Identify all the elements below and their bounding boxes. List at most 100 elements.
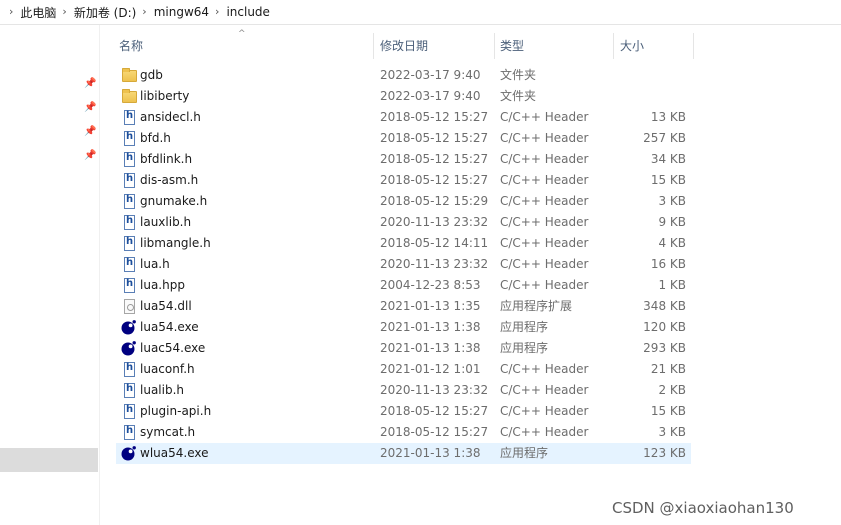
file-name: lua.hpp (140, 278, 185, 292)
file-modified-date: 2021-01-13 1:38 (380, 320, 481, 334)
navigation-pane[interactable]: 📌 📌 📌 📌 (0, 25, 100, 525)
file-size: 4 KB (658, 236, 686, 250)
file-type: C/C++ Header (500, 362, 589, 376)
file-name: lua54.dll (140, 299, 192, 313)
file-size: 34 KB (650, 152, 686, 166)
file-type: C/C++ Header (500, 215, 589, 229)
header-file-icon (124, 194, 135, 209)
file-row[interactable]: libmangle.h 2018-05-12 14:11 C/C++ Header 4… (116, 233, 691, 254)
file-row[interactable]: wlua54.exe 2021-01-13 1:38 应用程序 123 KB (116, 443, 691, 464)
file-type: C/C++ Header (500, 110, 589, 124)
breadcrumb-include[interactable]: include (226, 5, 269, 19)
file-modified-date: 2020-11-13 23:32 (380, 383, 489, 397)
file-type: C/C++ Header (500, 173, 589, 187)
file-type: C/C++ Header (500, 404, 589, 418)
file-row[interactable]: luac54.exe 2021-01-13 1:38 应用程序 293 KB (116, 338, 691, 359)
header-file-icon (124, 404, 135, 419)
address-bar[interactable]: › 此电脑 › 新加卷 (D:) › mingw64 › include (0, 0, 841, 25)
file-row[interactable]: lua.hpp 2004-12-23 8:53 C/C++ Header 1 KB (116, 275, 691, 296)
header-file-icon (124, 362, 135, 377)
file-row[interactable]: lauxlib.h 2020-11-13 23:32 C/C++ Header 9 K… (116, 212, 691, 233)
pin-icon[interactable]: 📌 (84, 126, 96, 138)
file-modified-date: 2021-01-13 1:38 (380, 341, 481, 355)
file-type: C/C++ Header (500, 257, 589, 271)
file-size: 9 KB (658, 215, 686, 229)
file-size: 120 KB (643, 320, 686, 334)
file-row[interactable]: gnumake.h 2018-05-12 15:29 C/C++ Header 3 K… (116, 191, 691, 212)
header-file-icon (124, 131, 135, 146)
column-header-size-label: 大小 (620, 38, 645, 53)
file-modified-date: 2018-05-12 15:27 (380, 110, 489, 124)
file-row[interactable]: ansidecl.h 2018-05-12 15:27 C/C++ Header 13… (116, 107, 691, 128)
file-modified-date: 2022-03-17 9:40 (380, 68, 481, 82)
file-modified-date: 2021-01-12 1:01 (380, 362, 481, 376)
file-size: 348 KB (643, 299, 686, 313)
lua-exe-icon (121, 341, 136, 356)
file-size: 16 KB (650, 257, 686, 271)
file-row[interactable]: luaconf.h 2021-01-12 1:01 C/C++ Header 21 K… (116, 359, 691, 380)
file-modified-date: 2020-11-13 23:32 (380, 257, 489, 271)
column-header-type-label: 类型 (500, 38, 525, 53)
nav-item-selected[interactable] (0, 448, 98, 472)
header-file-icon (124, 173, 135, 188)
file-row[interactable]: lua54.exe 2021-01-13 1:38 应用程序 120 KB (116, 317, 691, 338)
file-modified-date: 2022-03-17 9:40 (380, 89, 481, 103)
pin-icon[interactable]: 📌 (84, 150, 96, 162)
file-type: 文件夹 (500, 89, 537, 103)
file-row[interactable]: lualib.h 2020-11-13 23:32 C/C++ Header 2 KB (116, 380, 691, 401)
file-row[interactable]: bfd.h 2018-05-12 15:27 C/C++ Header 257 KB (116, 128, 691, 149)
breadcrumb-mingw64[interactable]: mingw64 (154, 5, 209, 19)
file-name: bfd.h (140, 131, 171, 145)
file-modified-date: 2004-12-23 8:53 (380, 278, 481, 292)
pin-icon[interactable]: 📌 (84, 78, 96, 90)
file-modified-date: 2018-05-12 15:27 (380, 425, 489, 439)
folder-icon (122, 68, 137, 82)
file-type: C/C++ Header (500, 131, 589, 145)
column-header-modified[interactable]: 修改日期 (374, 25, 494, 65)
lua-exe-icon (121, 446, 136, 461)
file-size: 293 KB (643, 341, 686, 355)
column-header-type[interactable]: 类型 (494, 25, 614, 65)
column-divider[interactable] (693, 33, 694, 59)
file-size: 3 KB (658, 194, 686, 208)
file-row[interactable]: lua54.dll 2021-01-13 1:35 应用程序扩展 348 KB (116, 296, 691, 317)
file-row[interactable]: dis-asm.h 2018-05-12 15:27 C/C++ Header 15 … (116, 170, 691, 191)
file-type: C/C++ Header (500, 278, 589, 292)
header-file-icon (124, 425, 135, 440)
file-size: 15 KB (650, 173, 686, 187)
breadcrumb-drive-d[interactable]: 新加卷 (D:) (74, 4, 136, 21)
watermark: CSDN @xiaoxiaohan130 (612, 499, 794, 517)
file-row[interactable]: bfdlink.h 2018-05-12 15:27 C/C++ Header 34 … (116, 149, 691, 170)
folder-icon (122, 89, 137, 103)
file-modified-date: 2021-01-13 1:38 (380, 446, 481, 460)
file-row[interactable]: libiberty 2022-03-17 9:40 文件夹 (116, 86, 691, 107)
lua-exe-icon (121, 320, 136, 335)
breadcrumb-separator-icon[interactable]: › (142, 5, 146, 18)
file-row[interactable]: gdb 2022-03-17 9:40 文件夹 (116, 65, 691, 86)
file-modified-date: 2021-01-13 1:35 (380, 299, 481, 313)
file-name: symcat.h (140, 425, 196, 439)
file-modified-date: 2018-05-12 15:29 (380, 194, 489, 208)
file-row[interactable]: symcat.h 2018-05-12 15:27 C/C++ Header 3 KB (116, 422, 691, 443)
column-header-name[interactable]: 名称 (113, 25, 373, 65)
file-name: luac54.exe (140, 341, 206, 355)
file-name: lua54.exe (140, 320, 199, 334)
file-type: C/C++ Header (500, 236, 589, 250)
file-row[interactable]: plugin-api.h 2018-05-12 15:27 C/C++ Header… (116, 401, 691, 422)
breadcrumb-this-pc[interactable]: 此电脑 (20, 4, 56, 21)
file-name: libmangle.h (140, 236, 211, 250)
file-name: dis-asm.h (140, 173, 199, 187)
pin-icon[interactable]: 📌 (84, 102, 96, 114)
file-modified-date: 2018-05-12 15:27 (380, 152, 489, 166)
breadcrumb-separator-icon[interactable]: › (9, 5, 13, 18)
file-name: gdb (140, 68, 163, 82)
column-header-size[interactable]: 大小 (614, 25, 694, 65)
file-list[interactable]: gdb 2022-03-17 9:40 文件夹 libiberty 2022-03-17… (116, 65, 691, 464)
file-type: 应用程序 (500, 446, 549, 460)
file-name: plugin-api.h (140, 404, 212, 418)
breadcrumb-separator-icon[interactable]: › (215, 5, 219, 18)
file-type: C/C++ Header (500, 194, 589, 208)
file-name: wlua54.exe (140, 446, 209, 460)
breadcrumb-separator-icon[interactable]: › (62, 5, 66, 18)
file-row[interactable]: lua.h 2020-11-13 23:32 C/C++ Header 16 KB (116, 254, 691, 275)
